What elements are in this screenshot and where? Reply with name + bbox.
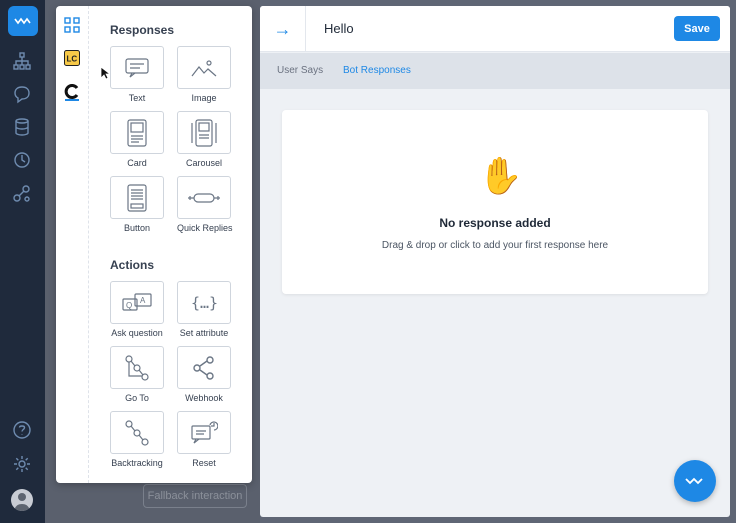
avatar[interactable]	[11, 489, 33, 511]
quick-replies-icon	[188, 192, 220, 203]
tab-bot-responses[interactable]: Bot Responses	[343, 65, 411, 76]
logo-icon[interactable]	[8, 6, 38, 36]
webhook-icon	[193, 355, 214, 380]
element-palette: LC Responses Text Image Card Carousel Bu…	[56, 6, 252, 483]
database-icon[interactable]	[11, 116, 33, 138]
raised-hand-icon: ✋	[478, 155, 523, 196]
tab-bar: User Says Bot Responses	[260, 53, 730, 89]
chat-bubble-icon[interactable]	[11, 83, 33, 105]
clock-icon[interactable]	[11, 149, 33, 171]
tile-backtracking[interactable]: Backtracking	[110, 411, 164, 468]
button-icon	[127, 183, 147, 212]
collapse-arrow-button[interactable]: →	[260, 6, 306, 52]
integrations-icon[interactable]	[11, 183, 33, 205]
chat-launcher-button[interactable]	[674, 460, 716, 502]
svg-text:LC: LC	[67, 55, 78, 64]
empty-state-subtitle: Drag & drop or click to add your first r…	[381, 240, 609, 251]
svg-text:{…}: {…}	[191, 294, 218, 312]
image-icon	[191, 59, 217, 76]
tile-goto[interactable]: Go To	[110, 346, 164, 403]
tile-ask-question[interactable]: QA Ask question	[110, 281, 164, 338]
set-attribute-icon: {…}	[191, 294, 218, 312]
tile-webhook[interactable]: Webhook	[177, 346, 231, 403]
page-title: Hello	[324, 21, 354, 36]
tab-user-says[interactable]: User Says	[277, 65, 323, 76]
fallback-interaction-button: Fallback interaction	[143, 484, 247, 508]
mouse-cursor-icon	[100, 66, 110, 80]
tile-set-attribute[interactable]: {…} Set attribute	[177, 281, 231, 338]
carousel-icon	[191, 118, 217, 147]
backtracking-icon	[125, 419, 149, 446]
tile-image[interactable]: Image	[177, 46, 231, 103]
grid-icon[interactable]	[62, 15, 82, 35]
left-nav	[0, 0, 45, 523]
empty-response-dropzone[interactable]: ✋ No response added Drag & drop or click…	[282, 110, 708, 294]
actions-heading: Actions	[110, 258, 155, 272]
save-button[interactable]: Save	[674, 16, 720, 41]
ask-question-icon: QA	[122, 292, 152, 311]
tile-card[interactable]: Card	[110, 111, 164, 168]
responses-heading: Responses	[110, 23, 175, 37]
tile-reset[interactable]: Reset	[177, 411, 231, 468]
palette-rail: LC	[56, 6, 89, 483]
reset-icon	[191, 420, 218, 443]
panel-header: → Hello Save	[260, 6, 730, 52]
hierarchy-icon[interactable]	[11, 50, 33, 72]
text-message-icon	[125, 57, 149, 77]
livechat-icon[interactable]: LC	[62, 48, 82, 68]
help-icon[interactable]	[11, 419, 33, 441]
svg-text:Q: Q	[126, 301, 132, 310]
goto-icon	[125, 354, 149, 381]
tile-text[interactable]: Text	[110, 46, 164, 103]
tile-carousel[interactable]: Carousel	[177, 111, 231, 168]
wave-logo-icon	[685, 477, 703, 485]
tile-quick-replies[interactable]: Quick Replies	[177, 176, 233, 233]
tile-button[interactable]: Button	[110, 176, 164, 233]
empty-state-title: No response added	[439, 216, 551, 230]
custom-c-icon[interactable]	[62, 83, 82, 103]
svg-text:A: A	[140, 296, 146, 305]
card-icon	[127, 118, 147, 147]
interaction-panel: → Hello Save User Says Bot Responses ✋ N…	[260, 6, 730, 517]
settings-gear-icon[interactable]	[11, 453, 33, 475]
arrow-right-icon: →	[273, 18, 292, 39]
